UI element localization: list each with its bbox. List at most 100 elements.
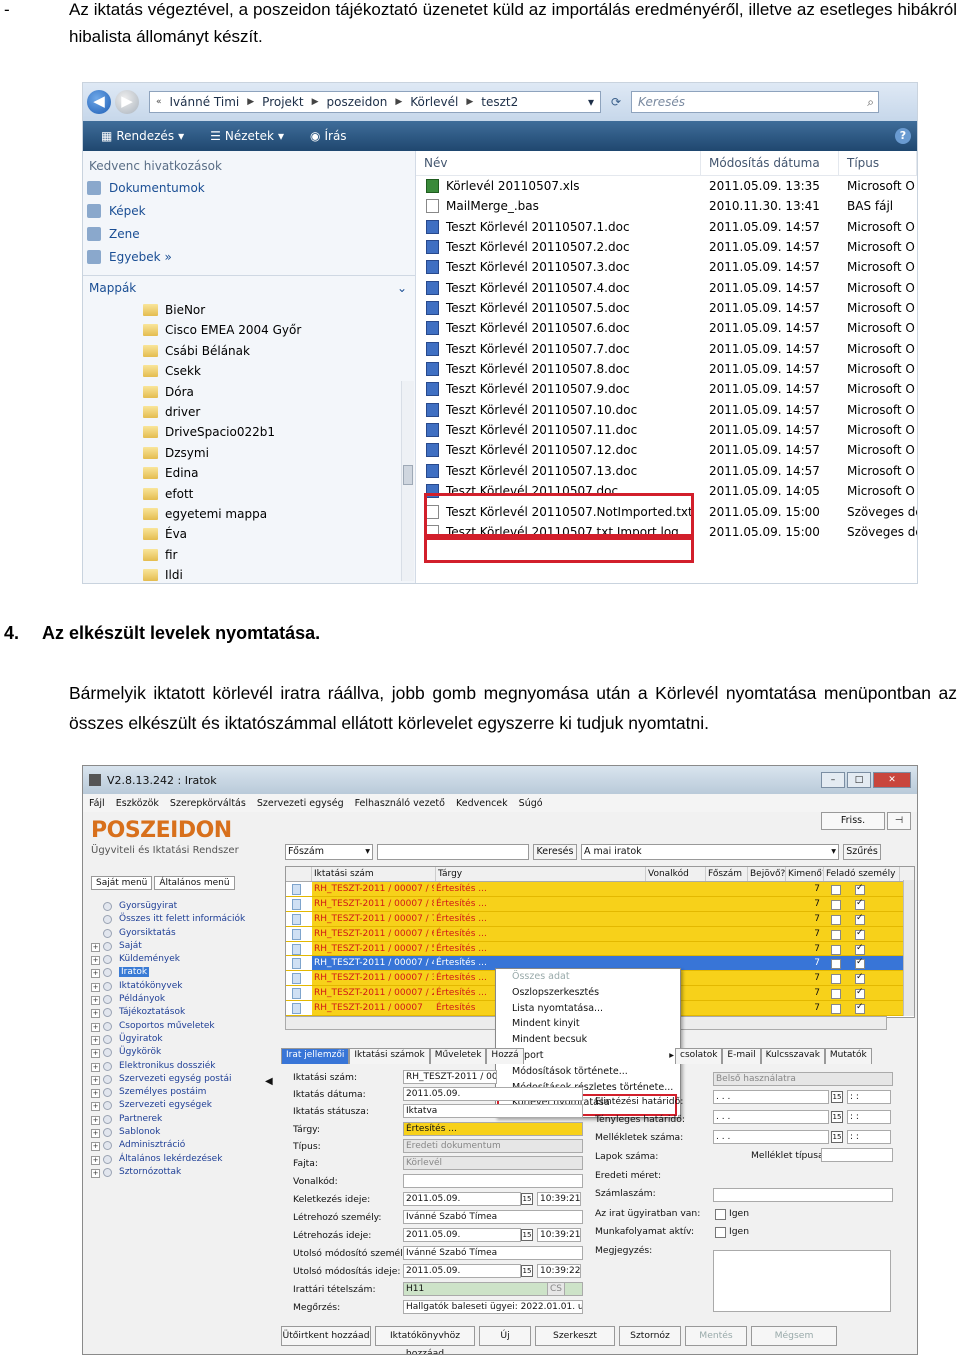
folder-item[interactable]: efott [83, 484, 415, 504]
burn-button[interactable]: ◉ Írás [302, 129, 355, 143]
menu-item[interactable]: Felhasználó vezető [355, 798, 445, 809]
context-menu-item[interactable]: Mindent kinyit [496, 1016, 680, 1032]
folder-item[interactable]: BieNor [83, 300, 415, 320]
melleklet-tipus-select[interactable] [821, 1148, 893, 1162]
tab-general-menu[interactable]: Általános menü [154, 876, 235, 890]
folder-item[interactable]: egyetemi mappa [83, 504, 415, 524]
checkbox-kimeno[interactable] [848, 971, 872, 985]
folder-item[interactable]: Csábi Bélának [83, 341, 415, 361]
form-input[interactable]: RH_TESZT-2011 / 00 [403, 1070, 497, 1084]
checkbox-kimeno[interactable] [848, 986, 872, 1000]
time-input[interactable]: : : [847, 1110, 891, 1124]
expand-icon[interactable]: + [91, 1168, 100, 1178]
form-input[interactable]: Hallgatók baleseti ügyei: 2022.01.01. ut… [403, 1300, 583, 1314]
column-name[interactable]: Név [416, 151, 701, 175]
form-input[interactable]: Eredeti dokumentum [403, 1139, 583, 1153]
expand-icon[interactable]: + [91, 1102, 100, 1112]
form-input[interactable] [403, 1174, 583, 1188]
folder-item[interactable]: Éva [83, 524, 415, 544]
time-input[interactable]: : : [847, 1130, 891, 1144]
form-input[interactable]: 2011.05.09. [403, 1192, 521, 1206]
tree-node[interactable]: + Iratok [89, 966, 265, 979]
file-row[interactable]: Teszt Körlevél 20110507.13.doc 2011.05.09… [416, 461, 917, 481]
column-modified[interactable]: Módosítás dátuma [701, 151, 839, 175]
close-icon[interactable]: ✕ [873, 772, 911, 788]
context-menu-item[interactable]: Összes adat [496, 969, 680, 985]
checkbox-kimeno[interactable] [848, 912, 872, 926]
date-input[interactable]: . . . [713, 1110, 829, 1124]
expand-icon[interactable]: + [91, 1035, 100, 1045]
file-row[interactable]: Teszt Körlevél 20110507.10.doc 2011.05.09… [416, 400, 917, 420]
organize-button[interactable]: ▦ Rendezés ▾ [93, 129, 192, 143]
favorite-link[interactable]: Egyebek » [83, 246, 415, 269]
tree-node[interactable]: + Sztornózottak [89, 1166, 265, 1179]
table-row[interactable]: RH_TESZT-2011 / 00007 / 8 Értesítés ... 7 [286, 896, 914, 912]
checkbox-kimeno[interactable] [848, 1001, 872, 1015]
folder-item[interactable]: DriveSpacio022b1 [83, 422, 415, 442]
expand-icon[interactable]: + [91, 982, 100, 992]
file-row[interactable]: Teszt Körlevél 20110507.1.doc 2011.05.09.… [416, 217, 917, 237]
checkbox-kimeno[interactable] [848, 927, 872, 941]
breadcrumb-item[interactable]: poszeidon [327, 95, 388, 109]
table-row[interactable]: RH_TESZT-2011 / 00007 / 9 Értesítés ... 7 [286, 882, 914, 897]
checkbox-bejovo[interactable] [824, 971, 848, 985]
pin-icon[interactable]: ⊣ [887, 812, 911, 830]
dropdown-icon[interactable]: ▾ [588, 95, 594, 109]
favorite-link[interactable]: Zene [83, 223, 415, 246]
calendar-icon[interactable]: 15 [831, 1091, 843, 1103]
tree-node[interactable]: + Példányok [89, 993, 265, 1006]
folder-item[interactable]: Ildi [83, 565, 415, 583]
breadcrumb-item[interactable]: Ivánné Timi [170, 95, 240, 109]
address-bar[interactable]: « Ivánné Timi ▶ Projekt ▶ poszeidon ▶ Körlevél… [149, 91, 601, 113]
form-input[interactable]: 2011.05.09. [403, 1087, 583, 1101]
table-row[interactable]: RH_TESZT-2011 / 00007 / 5 Értesítés ... 7 [286, 941, 914, 957]
expand-icon[interactable]: + [91, 1049, 100, 1059]
minimize-icon[interactable]: – [821, 772, 845, 788]
file-row[interactable]: Teszt Körlevél 20110507.6.doc 2011.05.09.… [416, 318, 917, 338]
action-button[interactable]: Sztornóz [619, 1326, 681, 1346]
checkbox-kimeno[interactable] [848, 882, 872, 896]
extra-select[interactable] [713, 1188, 893, 1202]
action-button[interactable]: Ütőirtkent hozzáad [281, 1326, 371, 1346]
tree-node[interactable]: + Partnerek [89, 1113, 265, 1126]
expand-icon[interactable]: + [91, 1129, 100, 1139]
form-input[interactable]: 2011.05.09. [403, 1228, 521, 1242]
checkbox-bejovo[interactable] [824, 927, 848, 941]
breadcrumb-item[interactable]: Körlevél [410, 95, 458, 109]
action-button[interactable]: Mégsem [751, 1326, 837, 1346]
col-bejovo[interactable]: Bejövő? [748, 867, 786, 881]
folder-item[interactable]: Csekk [83, 361, 415, 381]
checkbox[interactable] [715, 1209, 726, 1220]
tree-node[interactable]: + Szervezeti egység postái [89, 1073, 265, 1086]
detail-tab[interactable]: csolatok [675, 1048, 723, 1064]
tab-own-menu[interactable]: Saját menü [91, 876, 153, 890]
form-input[interactable]: Ivánné Szabó Tímea [403, 1246, 583, 1260]
expand-icon[interactable]: + [91, 1022, 100, 1032]
tree-node[interactable]: Gyorsügyirat [89, 900, 265, 913]
calendar-icon[interactable]: 15 [831, 1111, 843, 1123]
file-row[interactable]: Teszt Körlevél 20110507.9.doc 2011.05.09.… [416, 379, 917, 399]
col-vonalkod[interactable]: Vonalkód [646, 867, 706, 881]
expand-icon[interactable]: + [91, 996, 100, 1006]
cs-field[interactable]: CS [547, 1282, 565, 1296]
tree-node[interactable]: + Saját [89, 940, 265, 953]
file-row[interactable]: Körlevél 20110507.xls 2011.05.09. 13:35 Mi… [416, 176, 917, 196]
checkbox-bejovo[interactable] [824, 912, 848, 926]
action-button[interactable]: Szerkeszt [535, 1326, 615, 1346]
col-felado[interactable]: Feladó személy [824, 867, 900, 881]
action-button[interactable]: Új [479, 1326, 531, 1346]
checkbox-kimeno[interactable] [848, 956, 872, 970]
views-button[interactable]: ☰ Nézetek ▾ [202, 129, 292, 143]
checkbox-bejovo[interactable] [824, 942, 848, 956]
col-targy[interactable]: Tárgy [436, 867, 646, 881]
nav-scrollbar[interactable] [401, 381, 414, 581]
folder-item[interactable]: Edina [83, 463, 415, 483]
checkbox-bejovo[interactable] [824, 882, 848, 896]
search-button[interactable]: Keresés [533, 844, 577, 860]
detail-tab[interactable]: Műveletek [429, 1048, 487, 1064]
expand-icon[interactable]: + [91, 1089, 100, 1099]
refresh-button[interactable]: Friss. [821, 812, 885, 830]
time-input[interactable]: 10:39:22 [537, 1264, 581, 1278]
folders-heading[interactable]: Mappák ⌄ [83, 275, 415, 300]
folder-item[interactable]: driver [83, 402, 415, 422]
